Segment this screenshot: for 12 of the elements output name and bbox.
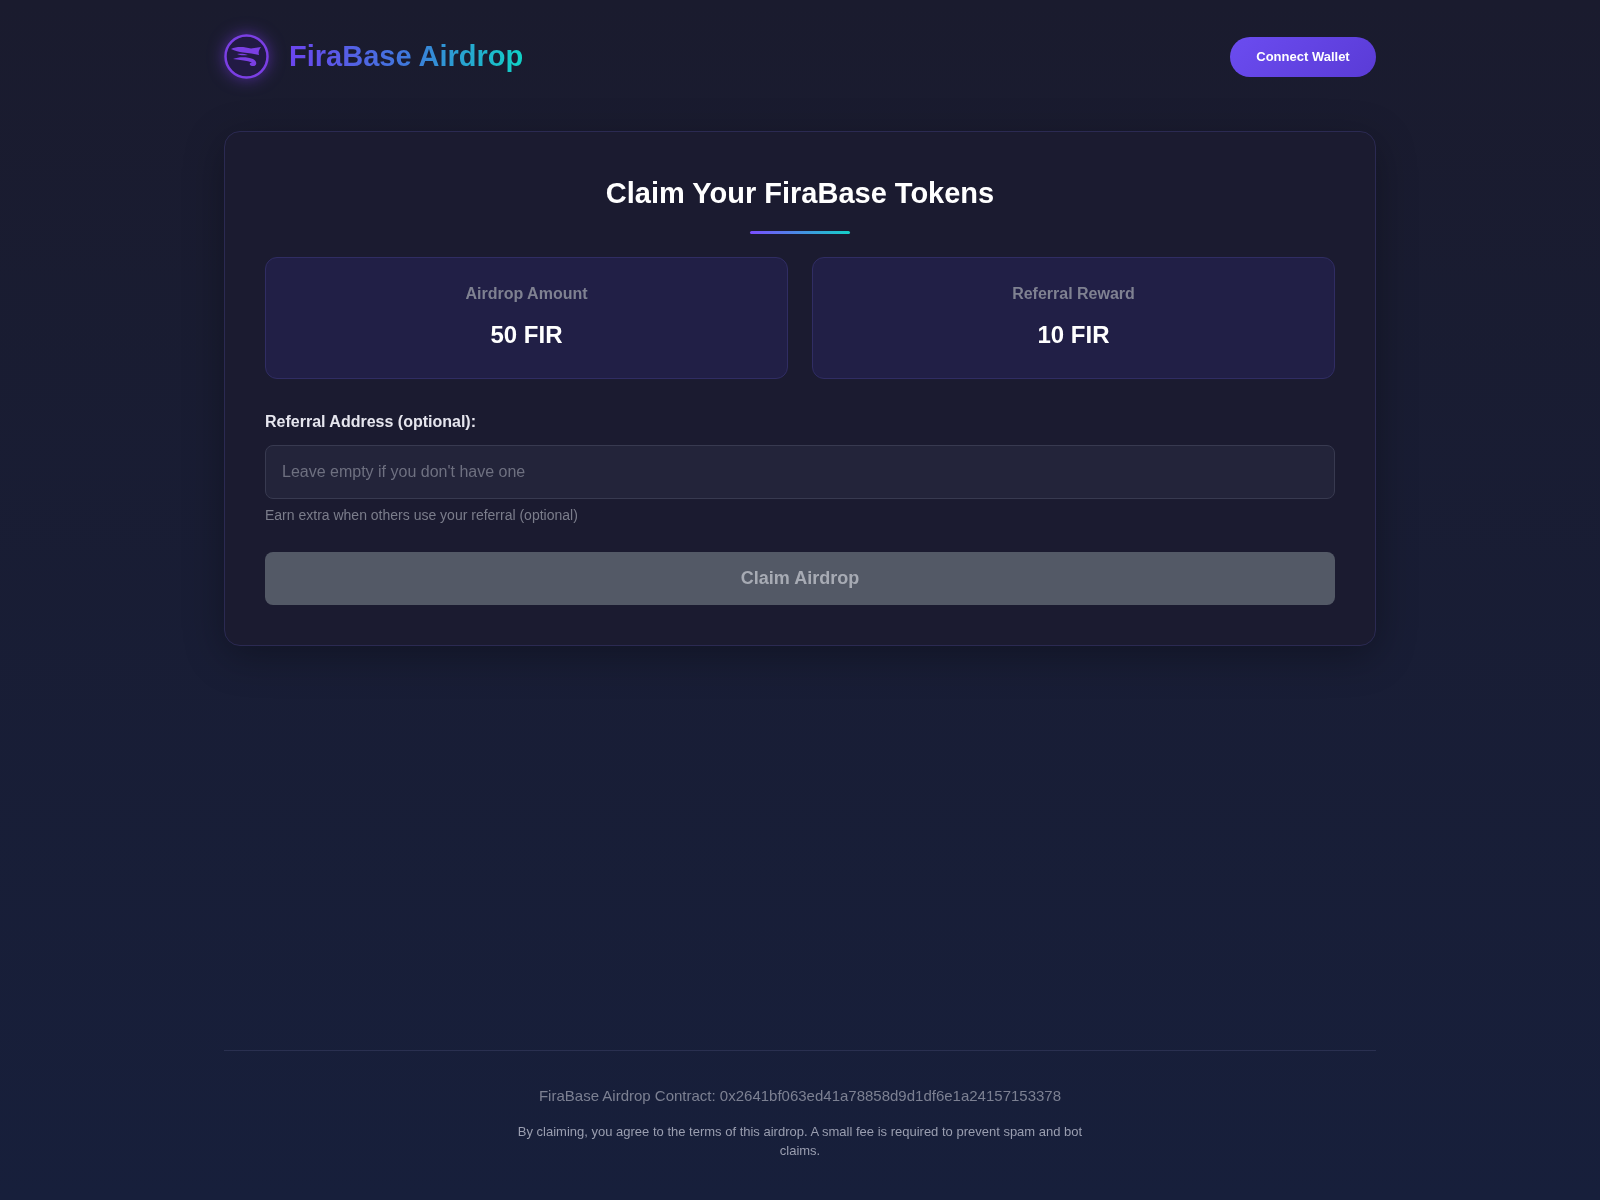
stat-value: 10 FIR	[1036, 320, 1111, 350]
contract-address-text: FiraBase Airdrop Contract: 0x2641bf063ed41a78858d9d1df6e1a24157153378	[537, 1087, 1063, 1105]
referral-label: Referral Address (optional):	[265, 412, 477, 432]
card-title: Claim Your FiraBase Tokens	[604, 176, 996, 211]
stat-value: 50 FIR	[489, 320, 564, 350]
logo-icon	[224, 34, 269, 79]
referral-input-field[interactable]: Leave empty if you don't have one	[265, 445, 1335, 499]
stat-label: Referral Reward	[1011, 284, 1136, 304]
referral-hint: Earn extra when others use your referral (optional)	[265, 507, 579, 524]
connect-wallet-button[interactable]: Connect Wallet	[1230, 36, 1376, 77]
stat-label: Airdrop Amount	[464, 284, 589, 304]
disclaimer-text: By claiming, you agree to the terms of this airdrop. A small fee is required to prevent spam and bot claims.	[516, 1123, 1084, 1160]
